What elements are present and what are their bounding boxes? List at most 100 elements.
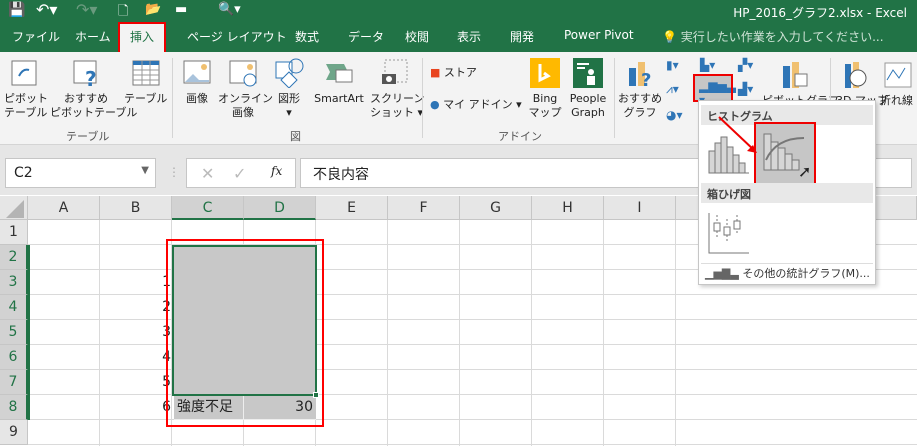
tab-insert[interactable]: 挿入 bbox=[117, 22, 167, 54]
tell-me-input[interactable]: 💡 実行したい作業を入力してください... bbox=[662, 28, 884, 45]
divider bbox=[614, 58, 615, 138]
row-header-4[interactable]: 4 bbox=[0, 295, 28, 320]
tab-home[interactable]: ホーム bbox=[75, 28, 111, 45]
3d-map-icon bbox=[845, 62, 867, 88]
column-header-A[interactable]: A bbox=[28, 196, 100, 220]
shapes-button[interactable]: 図形 ▾ bbox=[272, 58, 306, 120]
pareto-option[interactable]: ➚ bbox=[754, 122, 816, 186]
svg-text:?: ? bbox=[641, 70, 651, 88]
row-number-cell[interactable]: 5 bbox=[120, 370, 172, 395]
my-addins-icon: ● bbox=[430, 98, 440, 111]
tab-data[interactable]: データ bbox=[348, 28, 384, 45]
redo-icon[interactable]: ↷▾ bbox=[76, 0, 97, 19]
screenshot-button[interactable]: スクリーン ショット ▾ bbox=[370, 58, 424, 120]
new-file-icon[interactable]: 🗋 bbox=[118, 2, 128, 24]
svg-text:?: ? bbox=[85, 67, 97, 88]
row-header-3[interactable]: 3 bbox=[0, 270, 28, 295]
chevron-down-icon[interactable]: ▼ bbox=[141, 165, 149, 176]
more-statistic-charts[interactable]: ▁▅▇▃ その他の統計グラフ(M)... bbox=[705, 265, 873, 283]
insert-function-icon[interactable]: fx bbox=[271, 164, 282, 178]
pivot-table-button[interactable]: ピボット テーブル bbox=[4, 58, 48, 120]
gridline bbox=[99, 220, 100, 446]
row-header-8[interactable]: 8 bbox=[0, 395, 28, 420]
label: マップ bbox=[528, 106, 562, 119]
column-header-F[interactable]: F bbox=[388, 196, 460, 220]
label: おすすめ bbox=[618, 92, 662, 105]
column-header-C[interactable]: C bbox=[172, 196, 244, 220]
bing-icon bbox=[530, 58, 560, 88]
column-header-H[interactable]: H bbox=[532, 196, 604, 220]
row-header-7[interactable]: 7 bbox=[0, 370, 28, 395]
tell-me-placeholder: 実行したい作業を入力してください... bbox=[680, 30, 884, 44]
row-number-cell[interactable]: 6 bbox=[120, 395, 172, 420]
label: ショット bbox=[370, 106, 414, 119]
cancel-icon[interactable]: ✕ bbox=[201, 164, 214, 183]
smartart-icon bbox=[326, 64, 353, 83]
ribbon-tabs: ファイル ホーム 挿入 ページ レイアウト 数式 データ 校閲 表示 開発 Po… bbox=[0, 22, 917, 54]
open-icon[interactable]: 📂 bbox=[145, 2, 161, 17]
people-graph-button[interactable]: People Graph bbox=[566, 58, 610, 120]
undo-icon[interactable]: ↶▾ bbox=[36, 0, 57, 19]
bing-maps-button[interactable]: Bing マップ bbox=[528, 58, 562, 120]
label: スクリーン bbox=[370, 92, 425, 105]
column-header-B[interactable]: B bbox=[100, 196, 172, 220]
pie-chart-icon[interactable]: ◕▾ bbox=[666, 108, 683, 122]
data-table-selection[interactable] bbox=[172, 245, 317, 396]
tab-file[interactable]: ファイル bbox=[12, 28, 60, 45]
folder-icon[interactable]: ▬ bbox=[175, 2, 187, 17]
label: 折れ線 bbox=[880, 94, 913, 107]
label: マイ アドイン bbox=[443, 98, 513, 111]
waterfall-chart-icon[interactable]: ▞▾ bbox=[738, 58, 753, 72]
tab-developer[interactable]: 開発 bbox=[510, 28, 534, 45]
group-label-illustrations: 図 bbox=[290, 130, 301, 143]
combo-chart-icon[interactable]: ▟▾ bbox=[738, 82, 753, 96]
tab-review[interactable]: 校閲 bbox=[405, 28, 429, 45]
fill-handle[interactable] bbox=[313, 392, 319, 398]
online-pictures-button[interactable]: オンライン 画像 bbox=[218, 58, 273, 120]
select-all-button[interactable] bbox=[0, 196, 28, 220]
column-header-D[interactable]: D bbox=[244, 196, 316, 220]
picture-icon bbox=[183, 60, 211, 84]
store-button[interactable]: ■ ストア bbox=[430, 66, 477, 80]
row-header-9[interactable]: 9 bbox=[0, 420, 28, 445]
formula-value: 不良内容 bbox=[313, 167, 369, 183]
row-number-cell[interactable]: 1 bbox=[120, 270, 172, 295]
tab-power-pivot[interactable]: Power Pivot bbox=[564, 28, 634, 42]
row-number-cell[interactable]: 4 bbox=[120, 345, 172, 370]
table-button[interactable]: テーブル bbox=[124, 58, 167, 106]
recommended-charts-button[interactable]: ? おすすめ グラフ bbox=[618, 58, 662, 120]
tab-page-layout[interactable]: ページ レイアウト bbox=[187, 28, 287, 45]
row-header-5[interactable]: 5 bbox=[0, 320, 28, 345]
tab-view[interactable]: 表示 bbox=[457, 28, 481, 45]
row-header-1[interactable]: 1 bbox=[0, 220, 28, 245]
recommended-pivot-button[interactable]: ? おすすめ ピボットテーブル bbox=[50, 58, 137, 120]
print-preview-icon[interactable]: 🔍▾ bbox=[218, 2, 241, 17]
column-header-E[interactable]: E bbox=[316, 196, 388, 220]
hierarchy-chart-icon[interactable]: ▙▾ bbox=[700, 58, 715, 72]
line-chart-small-icon[interactable]: ⩘▾ bbox=[666, 82, 679, 97]
gridline bbox=[675, 220, 676, 446]
enter-icon[interactable]: ✓ bbox=[233, 164, 246, 183]
store-icon: ■ bbox=[430, 66, 441, 79]
drag-handle-icon[interactable]: ⋮ bbox=[168, 165, 180, 179]
label: ピボットテーブル bbox=[50, 106, 138, 119]
my-addins-button[interactable]: ● マイ アドイン ▾ bbox=[430, 98, 522, 112]
box-whisker-option[interactable] bbox=[707, 211, 749, 255]
statistic-chart-button[interactable]: ▂▆▅▃ ▾ bbox=[693, 74, 736, 107]
tab-formulas[interactable]: 数式 bbox=[295, 28, 319, 45]
label: ピボット bbox=[4, 92, 48, 105]
select-all-triangle-icon bbox=[5, 200, 24, 218]
column-header-I[interactable]: I bbox=[604, 196, 676, 220]
smartart-button[interactable]: SmartArt bbox=[310, 58, 368, 106]
row-number-cell[interactable]: 2 bbox=[120, 295, 172, 320]
column-chart-icon[interactable]: ▮▾ bbox=[666, 58, 679, 72]
line-sparkline-button[interactable]: 折れ線 bbox=[880, 60, 916, 108]
row-header-6[interactable]: 6 bbox=[0, 345, 28, 370]
selection-row-indicator bbox=[28, 245, 30, 420]
picture-button[interactable]: 画像 bbox=[180, 58, 214, 106]
row-number-cell[interactable]: 3 bbox=[120, 320, 172, 345]
column-header-G[interactable]: G bbox=[460, 196, 532, 220]
row-header-2[interactable]: 2 bbox=[0, 245, 28, 270]
save-icon[interactable]: 💾 bbox=[8, 2, 25, 18]
name-box[interactable]: C2 ▼ bbox=[5, 158, 156, 188]
